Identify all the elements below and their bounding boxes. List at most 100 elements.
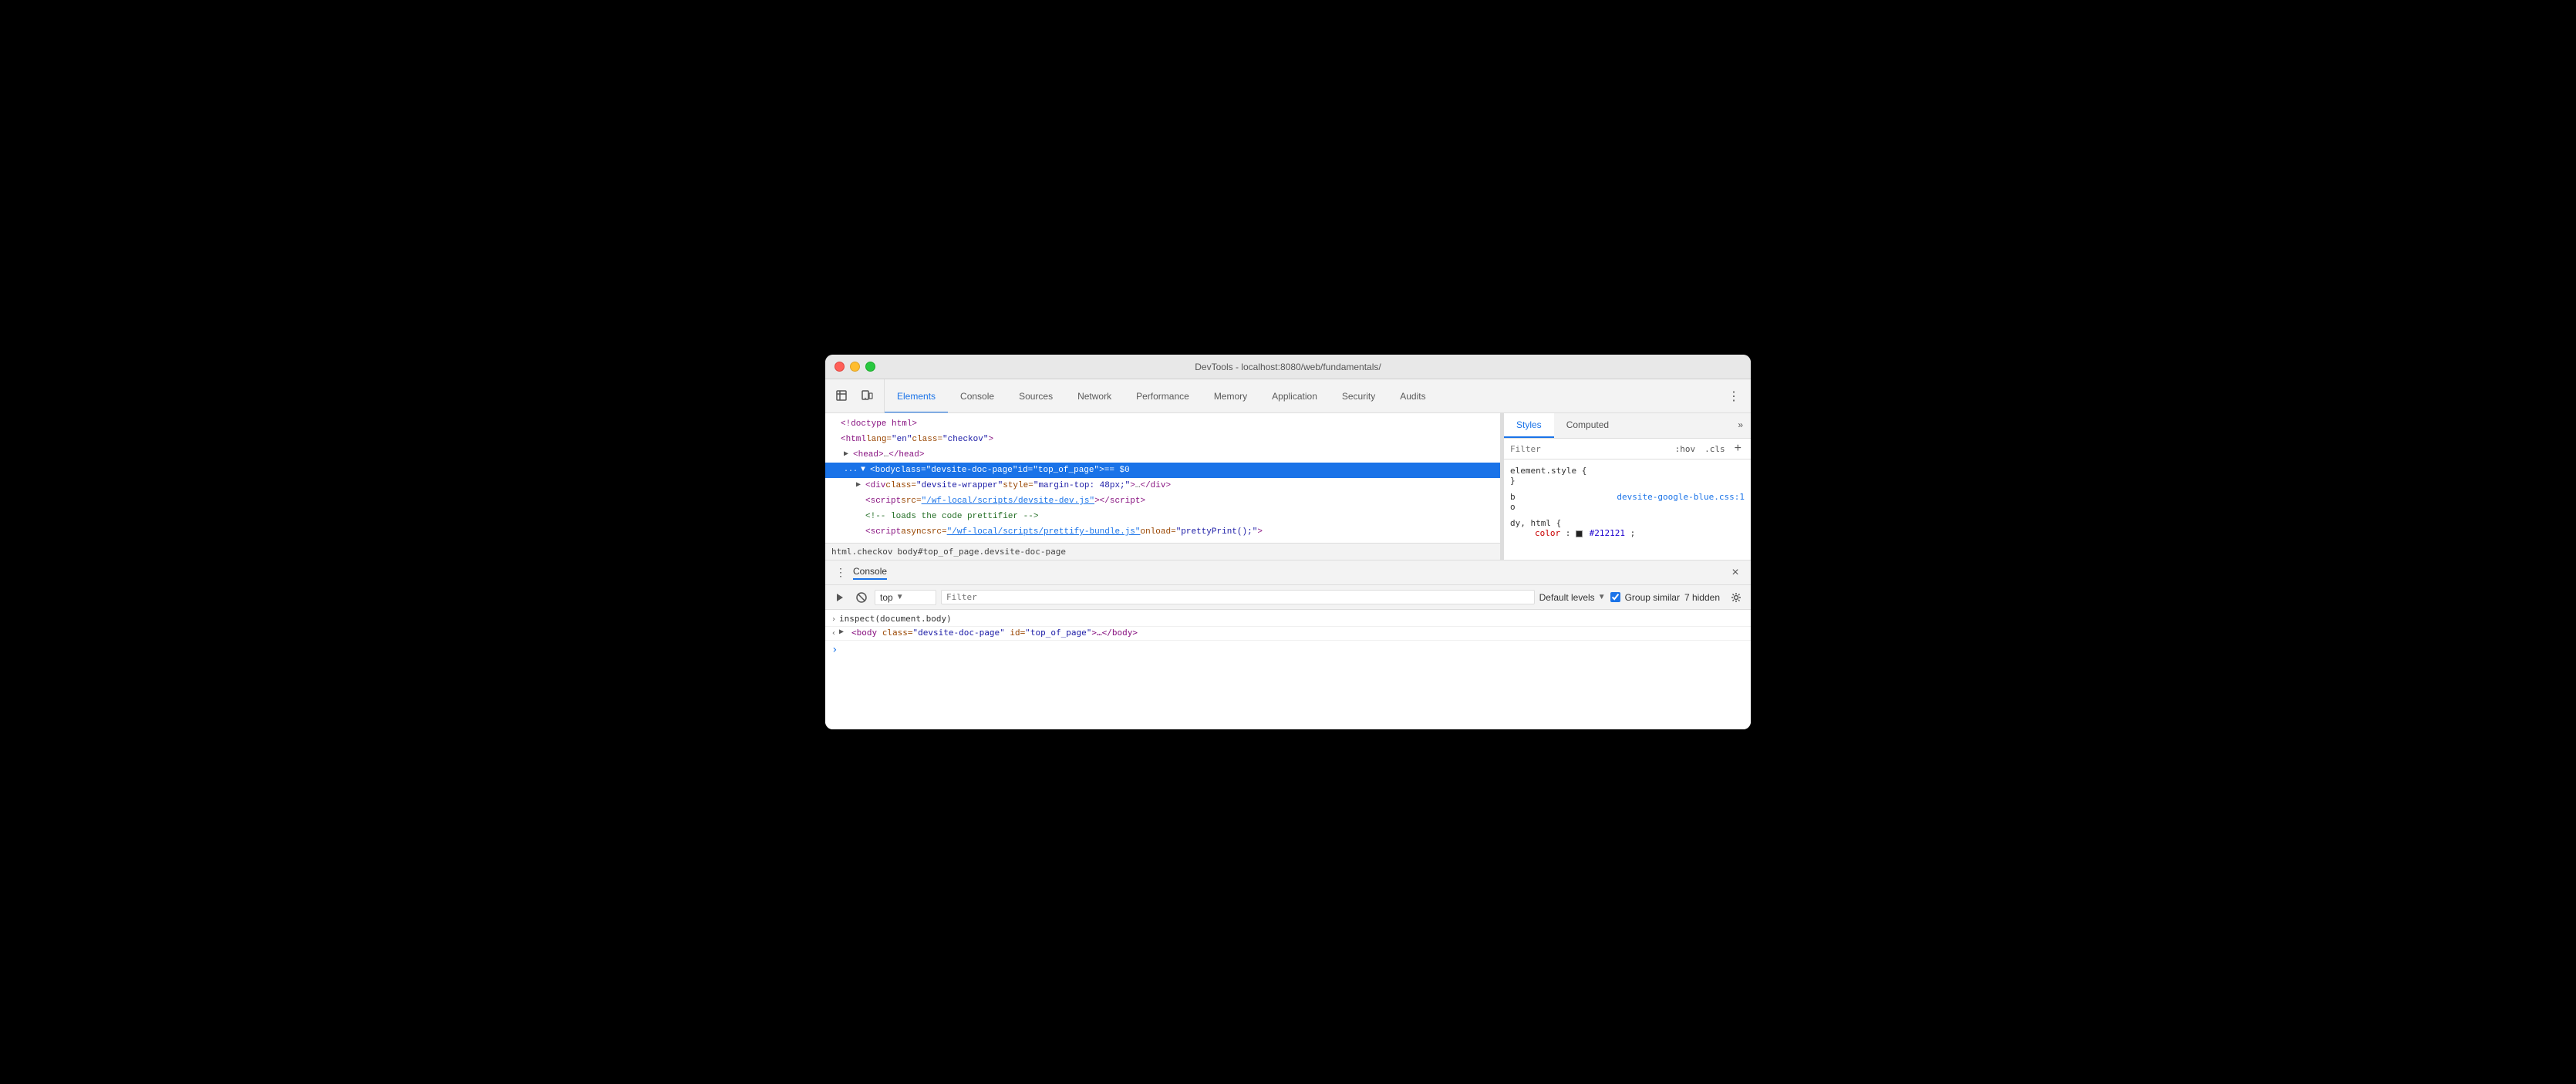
console-line-input[interactable]: › inspect(document.body) bbox=[825, 613, 1751, 627]
drawer-close-button[interactable]: × bbox=[1726, 564, 1745, 582]
tag-text: ></script> bbox=[1094, 494, 1145, 508]
tag-text: > bbox=[1099, 463, 1104, 477]
attr-name: class= bbox=[895, 463, 926, 477]
tag-text: <html bbox=[841, 433, 866, 446]
tag-text: <body bbox=[870, 463, 895, 477]
tab-application[interactable]: Application bbox=[1259, 380, 1330, 412]
ellipsis: … bbox=[884, 448, 889, 462]
prompt-arrow: › bbox=[831, 644, 838, 656]
selector-text: dy, html { bbox=[1510, 518, 1561, 528]
console-drawer-header: ⋮ Console × bbox=[825, 561, 1751, 585]
tab-console[interactable]: Console bbox=[948, 380, 1006, 412]
hidden-count: 7 hidden bbox=[1684, 592, 1720, 603]
device-icon[interactable] bbox=[856, 385, 878, 407]
tab-security[interactable]: Security bbox=[1330, 380, 1387, 412]
styles-tabs-more[interactable]: » bbox=[1730, 413, 1751, 438]
selector-extra: o bbox=[1510, 502, 1516, 512]
attr-name: style= bbox=[1003, 479, 1033, 493]
toolbar-icons bbox=[825, 379, 885, 412]
semicolon: ; bbox=[1630, 528, 1636, 538]
console-toolbar: top ▼ Default levels ▼ Group similar 7 h… bbox=[825, 585, 1751, 610]
more-tabs-button[interactable]: ⋮ bbox=[1723, 379, 1745, 412]
style-selector-line: b devsite-google-blue.css:1 bbox=[1510, 492, 1745, 502]
expand-icon: ▼ bbox=[861, 463, 870, 477]
html-line[interactable]: <script async src="/wf-local/scripts/pre… bbox=[825, 524, 1500, 540]
devtools-toolbar: Elements Console Sources Network Perform… bbox=[825, 379, 1751, 413]
script-src-link[interactable]: "/wf-local/scripts/prettify-bundle.js" bbox=[947, 525, 1141, 539]
styles-tabs: Styles Computed » bbox=[1504, 413, 1751, 439]
add-style-button[interactable]: + bbox=[1731, 442, 1745, 456]
style-source-link[interactable]: devsite-google-blue.css:1 bbox=[1617, 492, 1745, 502]
style-rule-body: dy, html { color : #212121 ; bbox=[1510, 518, 1745, 538]
close-button[interactable] bbox=[835, 362, 845, 372]
drawer-menu-button[interactable]: ⋮ bbox=[831, 564, 850, 582]
ellipsis: … bbox=[1135, 479, 1141, 493]
dom-break-indicator: == $0 bbox=[1104, 463, 1130, 477]
output-tag: <body bbox=[851, 628, 882, 638]
tab-network[interactable]: Network bbox=[1065, 380, 1124, 412]
fullscreen-button[interactable] bbox=[865, 362, 875, 372]
minimize-button[interactable] bbox=[850, 362, 860, 372]
tab-memory[interactable]: Memory bbox=[1202, 380, 1259, 412]
tag-text: > bbox=[1130, 479, 1135, 493]
html-line-selected[interactable]: ... ▼ <body class="devsite-doc-page" id=… bbox=[825, 463, 1500, 478]
prop-value: #212121 bbox=[1590, 528, 1625, 538]
console-chevron-left[interactable]: ‹ bbox=[831, 628, 836, 638]
output-attr-name2: id= bbox=[1010, 628, 1025, 638]
html-line[interactable]: <html lang="en" class="checkov"> bbox=[825, 432, 1500, 447]
html-line[interactable]: ▶ <head>…</head> bbox=[825, 447, 1500, 463]
context-select[interactable]: top ▼ bbox=[875, 590, 936, 605]
selector-text: element.style { bbox=[1510, 466, 1586, 476]
elements-content[interactable]: <!doctype html> <html lang="en" class="c… bbox=[825, 413, 1500, 543]
html-line[interactable]: <!-- loads the code prettifier --> bbox=[825, 509, 1500, 524]
window-title: DevTools - localhost:8080/web/fundamenta… bbox=[1195, 362, 1381, 372]
console-chevron-right[interactable]: › bbox=[831, 614, 836, 624]
inspector-icon[interactable] bbox=[831, 385, 853, 407]
html-line[interactable]: ▶ <div class="devsite-wrapper" style="ma… bbox=[825, 478, 1500, 493]
style-prop-line: color : #212121 ; bbox=[1522, 528, 1745, 538]
console-filter-input[interactable] bbox=[941, 590, 1535, 604]
styles-filter-bar: :hov .cls + bbox=[1504, 439, 1751, 460]
breadcrumb-item-body[interactable]: body#top_of_page.devsite-doc-page bbox=[897, 547, 1066, 557]
elements-panel: <!doctype html> <html lang="en" class="c… bbox=[825, 413, 1501, 560]
breadcrumb-item-html[interactable]: html.checkov bbox=[831, 547, 892, 557]
selected-marker: ... bbox=[844, 463, 858, 477]
tab-performance[interactable]: Performance bbox=[1124, 380, 1202, 412]
hov-filter-button[interactable]: :hov bbox=[1672, 443, 1699, 456]
group-similar-checkbox[interactable] bbox=[1610, 592, 1620, 602]
tab-styles[interactable]: Styles bbox=[1504, 413, 1554, 438]
tab-computed[interactable]: Computed bbox=[1554, 413, 1621, 438]
execute-script-button[interactable] bbox=[831, 589, 848, 606]
styles-filter-input[interactable] bbox=[1510, 444, 1669, 454]
script-src-link[interactable]: "/wf-local/scripts/devsite-dev.js" bbox=[922, 494, 1094, 508]
brace-close: } bbox=[1510, 476, 1516, 486]
dropdown-arrow: ▼ bbox=[896, 593, 904, 601]
tab-audits[interactable]: Audits bbox=[1387, 380, 1438, 412]
breadcrumb: html.checkov body#top_of_page.devsite-do… bbox=[825, 543, 1500, 560]
console-input-text: inspect(document.body) bbox=[839, 614, 1745, 624]
attr-value: "top_of_page" bbox=[1033, 463, 1099, 477]
expand-icon: ▶ bbox=[844, 448, 853, 462]
style-rule-element: element.style { } bbox=[1510, 466, 1745, 486]
html-line[interactable]: <!doctype html> bbox=[825, 416, 1500, 432]
html-line[interactable]: <script src="/wf-local/scripts/devsite-d… bbox=[825, 493, 1500, 509]
attr-name: class= bbox=[912, 433, 942, 446]
console-prompt[interactable]: › bbox=[825, 641, 1751, 659]
console-settings-button[interactable] bbox=[1728, 589, 1745, 606]
console-drawer-title[interactable]: Console bbox=[853, 566, 887, 580]
console-output[interactable]: › inspect(document.body) ‹ ▶ <body class… bbox=[825, 610, 1751, 729]
expand-icon[interactable]: ▶ bbox=[839, 628, 848, 636]
clear-console-button[interactable] bbox=[853, 589, 870, 606]
cls-filter-button[interactable]: .cls bbox=[1701, 443, 1728, 456]
tag-text: > bbox=[1257, 525, 1263, 539]
style-extra: o bbox=[1510, 502, 1745, 512]
log-levels-select[interactable]: Default levels ▼ bbox=[1539, 592, 1606, 603]
console-output-text: <body class="devsite-doc-page" id="top_o… bbox=[851, 628, 1745, 638]
tag-text: </div> bbox=[1140, 479, 1171, 493]
color-swatch[interactable] bbox=[1576, 530, 1583, 537]
tag-text: <script bbox=[865, 494, 901, 508]
tab-sources[interactable]: Sources bbox=[1006, 380, 1065, 412]
tab-elements[interactable]: Elements bbox=[885, 380, 948, 412]
attr-name: src= bbox=[901, 494, 921, 508]
console-line-output[interactable]: ‹ ▶ <body class="devsite-doc-page" id="t… bbox=[825, 627, 1751, 641]
